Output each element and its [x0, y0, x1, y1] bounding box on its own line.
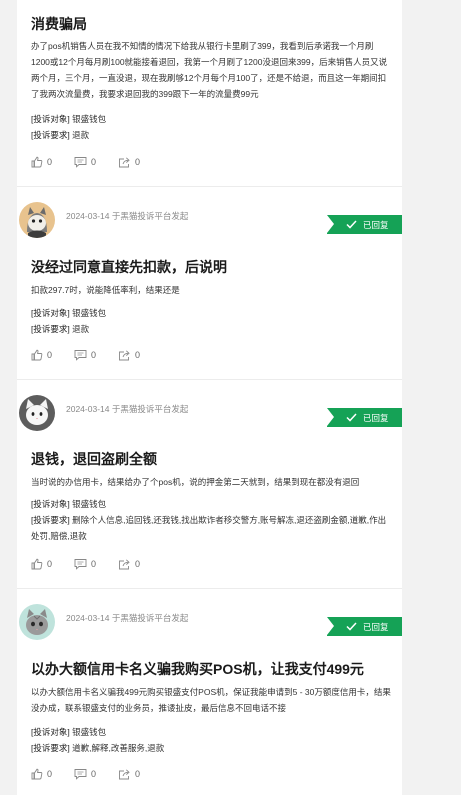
demand-label: [投诉要求] — [31, 515, 70, 525]
complaint-demand: [投诉要求] 删除个人信息,追回钱,还我钱,找出欺诈者移交警方,账号解冻,退还盗… — [31, 512, 391, 544]
share-icon — [119, 769, 130, 780]
demand-value: 退款 — [72, 130, 90, 140]
share-button[interactable]: 0 — [118, 156, 140, 168]
demand-label: [投诉要求] — [31, 130, 70, 140]
avatar — [19, 604, 55, 640]
comment-button[interactable]: 0 — [74, 558, 96, 570]
status-badge: 已回复 — [327, 408, 402, 427]
comment-count: 0 — [91, 559, 97, 569]
complaint-demand: [投诉要求] 道歉,解释,改善服务,退款 — [31, 740, 391, 756]
complaint-title[interactable]: 以办大额信用卡名义骗我购买POS机，让我支付499元 — [31, 659, 364, 679]
action-bar: 0 0 0 — [31, 156, 162, 168]
avatar — [19, 202, 55, 238]
complaint-title[interactable]: 退钱，退回盗刷全额 — [31, 449, 157, 469]
status-text: 已回复 — [363, 621, 389, 632]
check-icon — [346, 413, 357, 422]
status-text: 已回复 — [363, 412, 389, 423]
demand-value: 删除个人信息,追回钱,还我钱,找出欺诈者移交警方,账号解冻,退还盗刷金额,道歉,… — [31, 515, 387, 541]
share-button[interactable]: 0 — [118, 768, 140, 780]
complaint-content: 办了pos机销售人员在我不知情的情况下给我从银行卡里刷了399，我看到后承诺我一… — [31, 41, 388, 99]
status-text: 已回复 — [363, 219, 389, 230]
demand-label: [投诉要求] — [31, 324, 70, 334]
status-badge: 已回复 — [327, 215, 402, 234]
thumbs-up-icon — [31, 558, 43, 570]
like-button[interactable]: 0 — [31, 349, 52, 361]
comment-icon — [74, 350, 87, 361]
complaint-target: [投诉对象] 银盛钱包 — [31, 724, 391, 740]
like-button[interactable]: 0 — [31, 156, 52, 168]
complaint-meta: 2024-03-14 于黑猫投诉平台发起 — [66, 211, 189, 221]
share-icon — [119, 350, 130, 361]
share-count: 0 — [135, 559, 141, 569]
share-icon — [119, 157, 130, 168]
complaint-demand: [投诉要求] 退款 — [31, 321, 391, 337]
target-label: [投诉对象] — [31, 114, 70, 124]
demand-value: 退款 — [72, 324, 90, 334]
thumbs-up-icon — [31, 156, 43, 168]
share-icon — [119, 559, 130, 570]
target-value[interactable]: 银盛钱包 — [72, 114, 106, 124]
target-label: [投诉对象] — [31, 308, 70, 318]
check-icon — [346, 220, 357, 229]
share-count: 0 — [135, 350, 141, 360]
action-bar: 0 0 0 — [31, 349, 162, 361]
complaint-list: 消费骗局 办了pos机销售人员在我不知情的情况下给我从银行卡里刷了399，我看到… — [17, 0, 402, 795]
share-count: 0 — [135, 769, 141, 779]
complaint-target: [投诉对象] 银盛钱包 — [31, 305, 391, 321]
complaint-target: [投诉对象] 银盛钱包 — [31, 496, 391, 512]
divider — [17, 588, 402, 589]
target-value[interactable]: 银盛钱包 — [72, 727, 106, 737]
comment-icon — [74, 559, 87, 570]
complaint-meta: 2024-03-14 于黑猫投诉平台发起 — [66, 404, 189, 414]
like-button[interactable]: 0 — [31, 558, 52, 570]
like-count: 0 — [47, 769, 53, 779]
complaint-content: 当时说的办信用卡，结果给办了个pos机，说的押金第二天就到，结果到现在都没有退回 — [31, 477, 360, 487]
target-value[interactable]: 银盛钱包 — [72, 499, 106, 509]
comment-icon — [74, 769, 87, 780]
complaint-content: 以办大额信用卡名义骗我499元购买银盛支付POS机，保证我能申请到5 - 30万… — [31, 687, 391, 713]
share-button[interactable]: 0 — [118, 349, 140, 361]
complaint-title[interactable]: 消费骗局 — [31, 14, 87, 34]
action-bar: 0 0 0 — [31, 768, 162, 780]
action-bar: 0 0 0 — [31, 558, 162, 570]
avatar — [19, 395, 55, 431]
like-count: 0 — [47, 559, 53, 569]
complaint-content: 扣款297.7时，说能降低率利，结果还是 — [31, 285, 180, 295]
complaint-meta: 2024-03-14 于黑猫投诉平台发起 — [66, 613, 189, 623]
complaint-title[interactable]: 没经过同意直接先扣款，后说明 — [31, 257, 227, 277]
divider — [17, 186, 402, 187]
comment-button[interactable]: 0 — [74, 768, 96, 780]
demand-value: 道歉,解释,改善服务,退款 — [72, 743, 165, 753]
status-badge: 已回复 — [327, 617, 402, 636]
like-count: 0 — [47, 350, 53, 360]
comment-count: 0 — [91, 769, 97, 779]
comment-button[interactable]: 0 — [74, 349, 96, 361]
thumbs-up-icon — [31, 349, 43, 361]
check-icon — [346, 622, 357, 631]
like-button[interactable]: 0 — [31, 768, 52, 780]
comment-button[interactable]: 0 — [74, 156, 96, 168]
comment-count: 0 — [91, 157, 97, 167]
target-label: [投诉对象] — [31, 727, 70, 737]
complaint-demand: [投诉要求] 退款 — [31, 127, 391, 143]
demand-label: [投诉要求] — [31, 743, 70, 753]
divider — [17, 379, 402, 380]
target-value[interactable]: 银盛钱包 — [72, 308, 106, 318]
complaint-target: [投诉对象] 银盛钱包 — [31, 111, 391, 127]
thumbs-up-icon — [31, 768, 43, 780]
target-label: [投诉对象] — [31, 499, 70, 509]
comment-icon — [74, 157, 87, 168]
share-count: 0 — [135, 157, 141, 167]
share-button[interactable]: 0 — [118, 558, 140, 570]
comment-count: 0 — [91, 350, 97, 360]
like-count: 0 — [47, 157, 53, 167]
